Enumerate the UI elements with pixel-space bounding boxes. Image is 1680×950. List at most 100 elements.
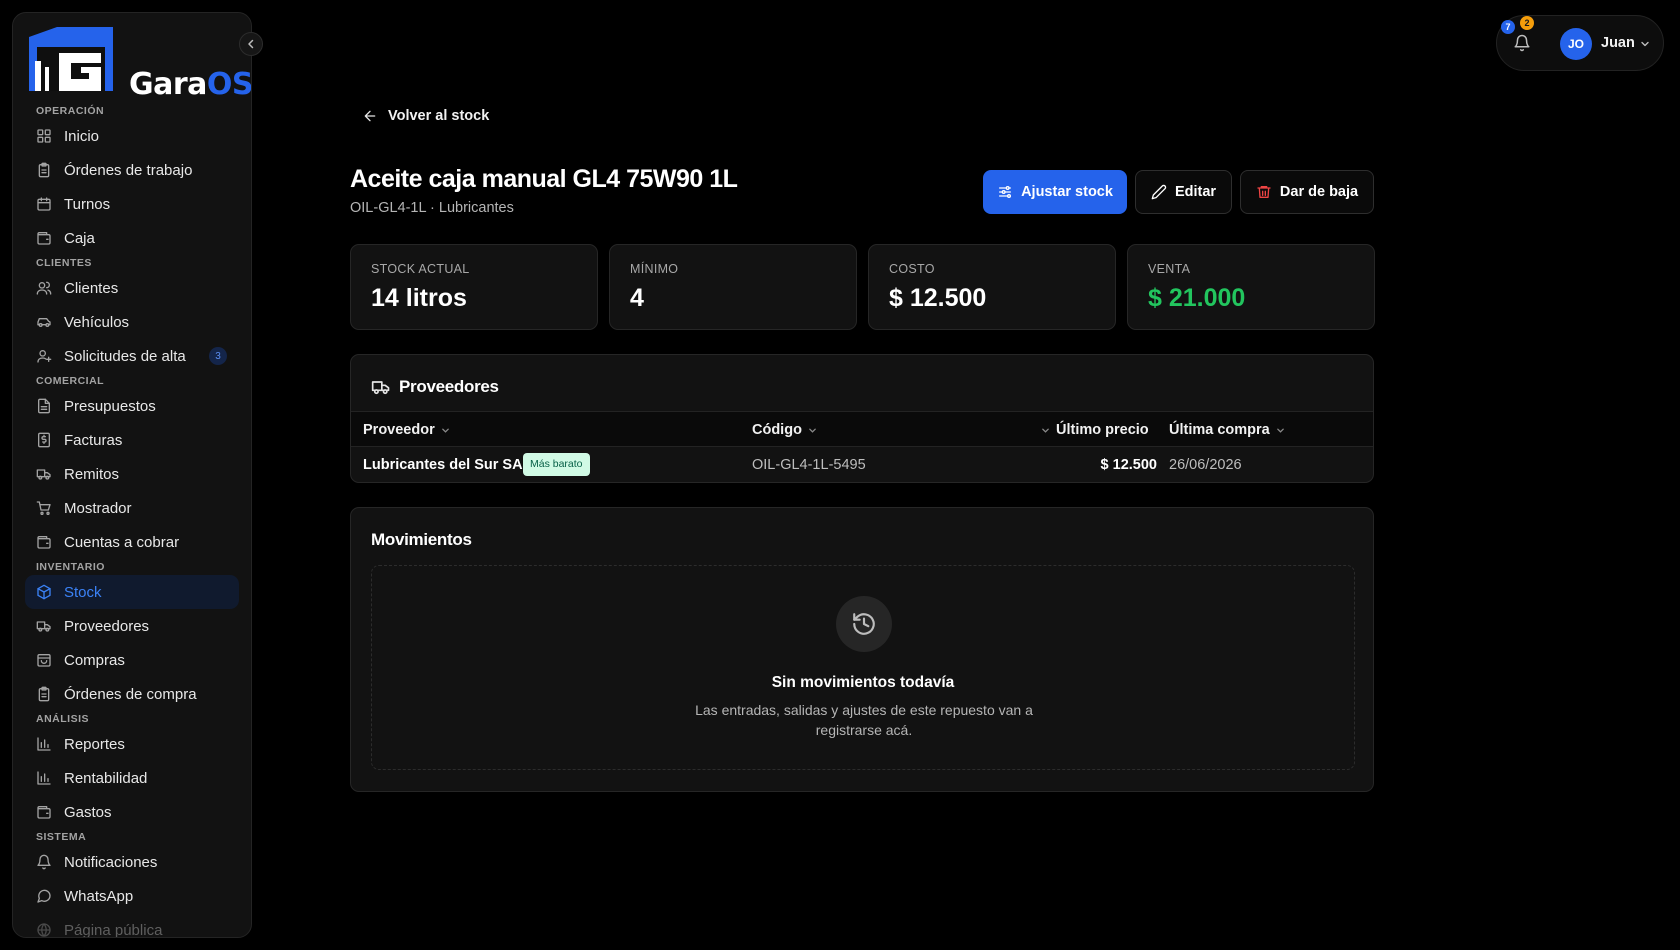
sidebar-item-compras[interactable]: Compras — [25, 643, 239, 677]
supplier-last-purchase: 26/06/2026 — [1169, 457, 1242, 473]
column-header-last-purchase[interactable]: Última compra — [1169, 422, 1285, 438]
empty-state: Sin movimientos todavía Las entradas, sa… — [371, 565, 1355, 770]
sidebar-item-notificaciones[interactable]: Notificaciones — [25, 845, 239, 879]
stat-value: 4 — [630, 284, 644, 312]
stat-label: COSTO — [889, 262, 935, 276]
sidebar-item-reportes[interactable]: Reportes — [25, 727, 239, 761]
nav-section-heading: COMERCIAL — [36, 375, 105, 387]
stat-label: STOCK ACTUAL — [371, 262, 470, 276]
suppliers-title: Proveedores — [399, 377, 499, 396]
wallet-icon — [36, 804, 52, 820]
sidebar-item-proveedores[interactable]: Proveedores — [25, 609, 239, 643]
column-header-supplier[interactable]: Proveedor — [363, 422, 450, 438]
chevron-left-icon — [248, 39, 254, 49]
alert-count-badge: 2 — [1520, 16, 1534, 30]
sidebar-item-gastos[interactable]: Gastos — [25, 795, 239, 829]
sidebar-item-ordenes-de-trabajo[interactable]: Órdenes de trabajo — [25, 153, 239, 187]
grid-icon — [36, 128, 52, 144]
calendar-icon — [36, 196, 52, 212]
sidebar-item-label: Reportes — [64, 735, 125, 753]
sidebar-item-pagina-publica[interactable]: Página pública — [25, 913, 239, 938]
garaos-logo[interactable]: GaraOS — [27, 27, 251, 102]
sidebar-item-whatsapp[interactable]: WhatsApp — [25, 879, 239, 913]
history-icon — [836, 596, 892, 652]
sidebar-item-mostrador[interactable]: Mostrador — [25, 491, 239, 525]
wallet-icon — [36, 534, 52, 550]
sidebar-item-facturas[interactable]: Facturas — [25, 423, 239, 457]
bell-icon — [36, 854, 52, 870]
supplier-name[interactable]: Lubricantes del Sur SA — [363, 457, 523, 473]
sidebar-item-label: Órdenes de trabajo — [64, 161, 193, 179]
sidebar-item-cuentas-a-cobrar[interactable]: Cuentas a cobrar — [25, 525, 239, 559]
sidebar-item-label: Notificaciones — [64, 853, 158, 871]
column-header-code[interactable]: Código — [752, 422, 817, 438]
sidebar-item-label: Solicitudes de alta — [64, 347, 186, 365]
sidebar-item-vehiculos[interactable]: Vehículos — [25, 305, 239, 339]
collapse-sidebar-button[interactable] — [239, 32, 263, 56]
sidebar-item-clientes[interactable]: Clientes — [25, 271, 239, 305]
sidebar-item-label: Página pública — [64, 921, 163, 938]
back-to-stock-link[interactable]: Volver al stock — [362, 108, 489, 124]
cheapest-badge: Más barato — [523, 453, 590, 476]
chevron-down-icon — [809, 428, 816, 433]
sidebar-nav: OPERACIÓN Inicio Órdenes de trabajo Turnos C… — [25, 103, 239, 938]
nav-section-heading: OPERACIÓN — [36, 105, 105, 117]
chevron-down-icon — [1276, 428, 1284, 433]
sidebar-item-ordenes-de-compra[interactable]: Órdenes de compra — [25, 677, 239, 711]
adjust-stock-button[interactable]: Ajustar stock — [983, 170, 1127, 214]
edit-label: Editar — [1174, 184, 1217, 200]
sidebar-item-inicio[interactable]: Inicio — [25, 119, 239, 153]
deactivate-button[interactable]: Dar de baja — [1240, 170, 1374, 214]
notifications-bell-button[interactable] — [1513, 34, 1531, 52]
user-toolbar: 7 2 JO Juan — [1496, 15, 1664, 71]
sidebar-item-label: Rentabilidad — [64, 769, 148, 787]
sidebar-item-label: Órdenes de compra — [64, 685, 197, 703]
sidebar-item-turnos[interactable]: Turnos — [25, 187, 239, 221]
stat-cost: COSTO $ 12.500 — [868, 244, 1116, 330]
sidebar-item-caja[interactable]: Caja — [25, 221, 239, 255]
message-circle-icon — [36, 888, 52, 904]
sidebar-item-label: Presupuestos — [64, 397, 156, 415]
nav-section-heading: CLIENTES — [36, 257, 92, 269]
back-label: Volver al stock — [388, 108, 490, 124]
car-icon — [36, 314, 52, 330]
shopping-bag-icon — [36, 652, 52, 668]
sidebar-item-remitos[interactable]: Remitos — [25, 457, 239, 491]
sidebar: GaraOS OPERACIÓN Inicio Órdenes de trabajo… — [12, 12, 252, 938]
globe-icon — [36, 922, 52, 937]
stat-value: $ 21.000 — [1148, 284, 1246, 312]
suppliers-table-header: Proveedor Código Último precio Última co… — [351, 411, 1373, 447]
sidebar-item-label: WhatsApp — [64, 887, 134, 905]
supplier-last-price: $ 12.500 — [1100, 457, 1157, 473]
user-menu-button[interactable]: Juan — [1601, 35, 1635, 51]
file-text-icon — [36, 398, 52, 414]
column-header-last-price[interactable]: Último precio — [1041, 422, 1149, 438]
movements-card: Movimientos Sin movimientos todavía Las … — [350, 507, 1374, 792]
pending-count-badge: 3 — [209, 347, 227, 365]
sidebar-item-rentabilidad[interactable]: Rentabilidad — [25, 761, 239, 795]
receipt-icon — [36, 432, 52, 448]
users-icon — [36, 280, 52, 296]
nav-section-heading: SISTEMA — [36, 831, 87, 843]
sidebar-item-solicitudes-de-alta[interactable]: Solicitudes de alta 3 — [25, 339, 239, 373]
cart-icon — [36, 500, 52, 516]
empty-state-title: Sin movimientos todavía — [771, 674, 955, 691]
stat-current-stock: STOCK ACTUAL 14 litros — [350, 244, 598, 330]
deactivate-label: Dar de baja — [1279, 184, 1359, 200]
movements-heading: Movimientos — [371, 530, 472, 550]
edit-button[interactable]: Editar — [1135, 170, 1232, 214]
sidebar-item-presupuestos[interactable]: Presupuestos — [25, 389, 239, 423]
avatar[interactable]: JO — [1560, 28, 1592, 60]
table-row[interactable]: Lubricantes del Sur SA Más barato OIL-GL… — [351, 447, 1373, 482]
sidebar-item-stock[interactable]: Stock — [25, 575, 239, 609]
chevron-down-icon[interactable] — [1640, 39, 1650, 49]
sidebar-item-label: Facturas — [64, 431, 123, 449]
sidebar-item-label: Compras — [64, 651, 125, 669]
clipboard-icon — [36, 686, 52, 702]
sidebar-item-label: Vehículos — [64, 313, 130, 331]
empty-state-description: Las entradas, salidas y ajustes de este … — [695, 702, 1033, 738]
stat-value: 14 litros — [371, 284, 467, 312]
nav-section-heading: ANÁLISIS — [36, 713, 90, 725]
chevron-down-icon — [1042, 428, 1049, 433]
truck-icon — [36, 466, 52, 482]
